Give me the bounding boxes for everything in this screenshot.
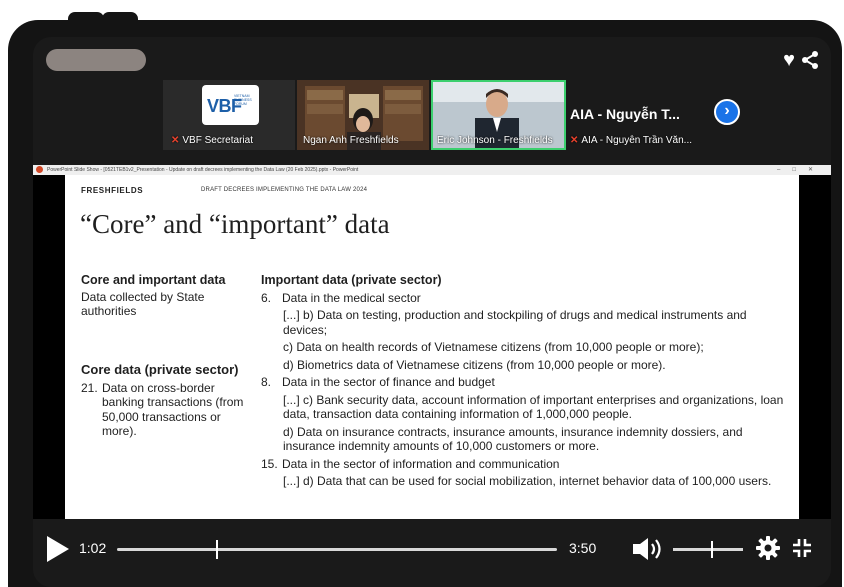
- volume-icon[interactable]: [631, 536, 667, 562]
- play-icon[interactable]: [47, 536, 69, 562]
- section-6-item-c: c) Data on health records of Vietnamese …: [283, 340, 704, 354]
- fullscreen-exit-icon[interactable]: [791, 537, 813, 559]
- section-8-item-d: d) Data on insurance contracts, insuranc…: [283, 424, 743, 454]
- volume-slider[interactable]: [673, 548, 743, 551]
- powerpoint-titlebar: PowerPoint Slide Show - [0521TEB1v2_Pres…: [33, 165, 831, 175]
- slide-right-column: Important data (private sector) 6. Data i…: [261, 273, 791, 489]
- volume-handle[interactable]: [710, 541, 713, 558]
- powerpoint-icon: [36, 166, 43, 173]
- slide-left-column: Core and important data Data collected b…: [81, 273, 251, 439]
- next-participants-button[interactable]: ›: [714, 99, 740, 125]
- letterbox-left: [33, 175, 65, 519]
- powerpoint-window-title: PowerPoint Slide Show - [0521TEB1v2_Pres…: [47, 167, 359, 173]
- section-15-item-d: [...] d) Data that can be used for socia…: [283, 474, 772, 488]
- slide-header: DRAFT DECREES IMPLEMENTING THE DATA LAW …: [201, 187, 368, 193]
- letterbox-right: [799, 175, 831, 519]
- right-heading-important-private: Important data (private sector): [261, 273, 442, 287]
- section-6-title: 6. Data in the medical sector: [261, 290, 421, 305]
- chevron-right-icon: ›: [724, 102, 730, 119]
- left-text-state-authorities: Data collected by State authorities: [81, 289, 205, 319]
- vbf-logo: VBF VIETNAM BUSINESS FORUM: [202, 85, 259, 125]
- slide-title: “Core” and “important” data: [80, 209, 390, 239]
- slide-logo: FRESHFIELDS: [81, 186, 144, 195]
- participant-name: Eric Johnson - Freshfields: [437, 135, 553, 146]
- section-8-item-c: [...] c) Bank security data, account inf…: [283, 392, 784, 422]
- heart-icon[interactable]: ♥: [783, 48, 795, 72]
- mic-muted-icon: ✕: [570, 135, 579, 146]
- section-8-title: 8. Data in the sector of finance and budg…: [261, 375, 495, 389]
- share-icon[interactable]: [801, 50, 819, 70]
- left-heading-core-private: Core data (private sector): [81, 361, 239, 377]
- gear-icon[interactable]: [755, 535, 781, 561]
- device-side-tab: [8, 60, 34, 102]
- duration: 3:50: [569, 540, 597, 556]
- section-6-item-d: d) Biometrics data of Vietnamese citizen…: [283, 357, 666, 372]
- participant-name: Ngan Anh Freshfields: [303, 135, 399, 146]
- window-controls[interactable]: –□✕: [777, 165, 825, 175]
- section-15-title: 15. Data in the sector of information and…: [261, 456, 560, 471]
- participant-tile-vbf[interactable]: VBF VIETNAM BUSINESS FORUM ✕ VBF Secretaria…: [163, 80, 295, 150]
- mic-muted-icon: ✕: [171, 135, 180, 146]
- participant-name: ✕ AIA - Nguyễn Trần Văn...: [570, 135, 693, 146]
- participant-tile-ngan-anh[interactable]: Ngan Anh Freshfields: [297, 80, 429, 150]
- video-title-placeholder: [46, 49, 146, 71]
- participant-name: ✕ VBF Secretariat: [171, 135, 253, 146]
- seek-bar[interactable]: [117, 548, 557, 551]
- presentation-slide: FRESHFIELDS DRAFT DECREES IMPLEMENTING T…: [65, 175, 799, 519]
- participant-display-title: AIA - Nguyễn T...: [570, 106, 680, 122]
- left-heading-core-important: Core and important data: [81, 273, 226, 287]
- section-6-item-b: [...] b) Data on testing, production and…: [283, 308, 747, 337]
- current-time: 1:02: [79, 540, 107, 556]
- video-player: ♥ VBF VIETNAM BUSINESS FORUM ✕ VBF Secretar…: [33, 37, 831, 587]
- playback-controls: 1:02 3:50: [33, 519, 831, 587]
- seek-handle[interactable]: [216, 540, 219, 559]
- left-item-21: 21. Data on cross-border banking transac…: [81, 380, 244, 439]
- participant-tile-eric-johnson[interactable]: Eric Johnson - Freshfields: [431, 80, 566, 150]
